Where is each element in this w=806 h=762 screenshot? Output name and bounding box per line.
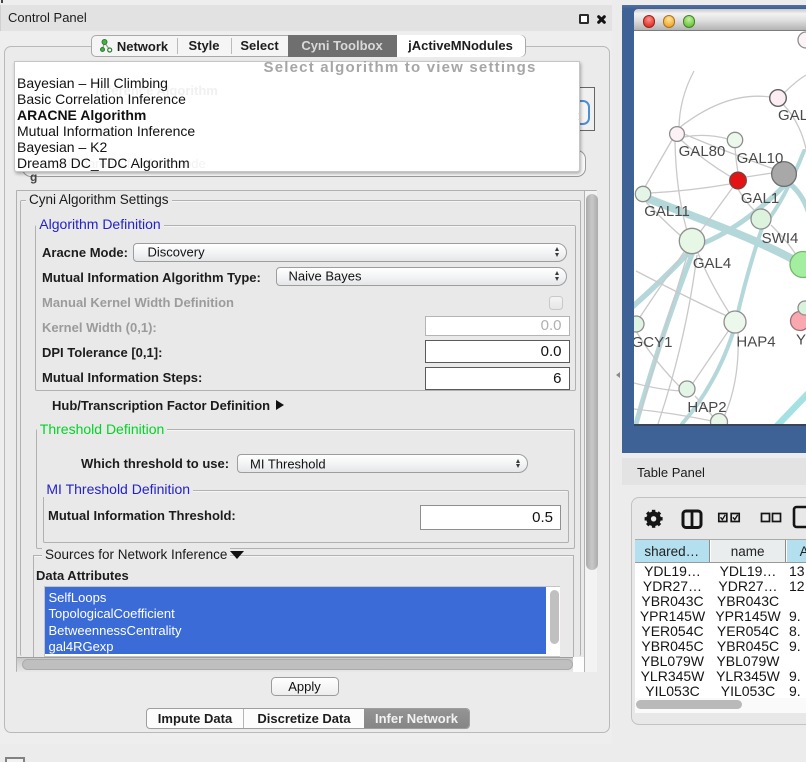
svg-text:GAL11: GAL11 [644,203,690,220]
svg-text:GAL7: GAL7 [778,107,806,124]
svg-text:HAP4: HAP4 [736,334,775,351]
svg-text:GAL4: GAL4 [693,255,731,272]
svg-text:GCY1: GCY1 [634,334,672,351]
svg-text:SWI4: SWI4 [762,230,799,247]
svg-text:Y: Y [796,332,806,349]
svg-text:GAL80: GAL80 [679,143,726,160]
svg-text:GAL10: GAL10 [737,150,784,167]
svg-text:GAL1: GAL1 [741,190,779,207]
svg-text:HAP2: HAP2 [687,399,726,416]
